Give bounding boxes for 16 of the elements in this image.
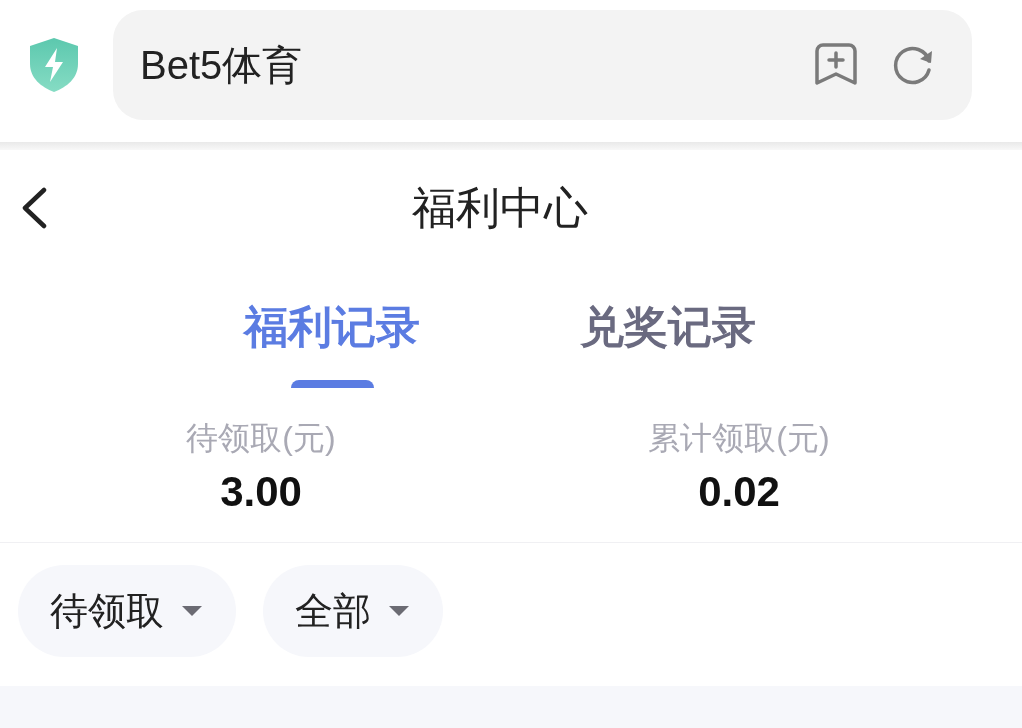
filter-dropdown[interactable]: 全部 bbox=[263, 565, 443, 657]
stat-value: 0.02 bbox=[698, 468, 780, 516]
tab[interactable]: 福利记录 bbox=[244, 299, 420, 355]
stat-label: 累计领取(元) bbox=[648, 419, 830, 458]
bookmark-plus-icon[interactable] bbox=[815, 43, 857, 87]
caret-icon bbox=[389, 606, 409, 616]
shield-bolt-icon[interactable] bbox=[30, 38, 78, 92]
address-bar[interactable]: Bet5体育 bbox=[113, 10, 972, 120]
page-title: 福利中心 bbox=[412, 186, 588, 230]
stat-label: 待领取(元) bbox=[186, 419, 336, 458]
stat-value: 3.00 bbox=[220, 468, 302, 516]
address-text: Bet5体育 bbox=[140, 45, 303, 85]
back-chevron-icon[interactable] bbox=[20, 187, 48, 229]
caret-icon bbox=[182, 606, 202, 616]
filter-dropdown[interactable]: 待领取 bbox=[18, 565, 236, 657]
tab[interactable]: 兑奖记录 bbox=[580, 299, 756, 355]
